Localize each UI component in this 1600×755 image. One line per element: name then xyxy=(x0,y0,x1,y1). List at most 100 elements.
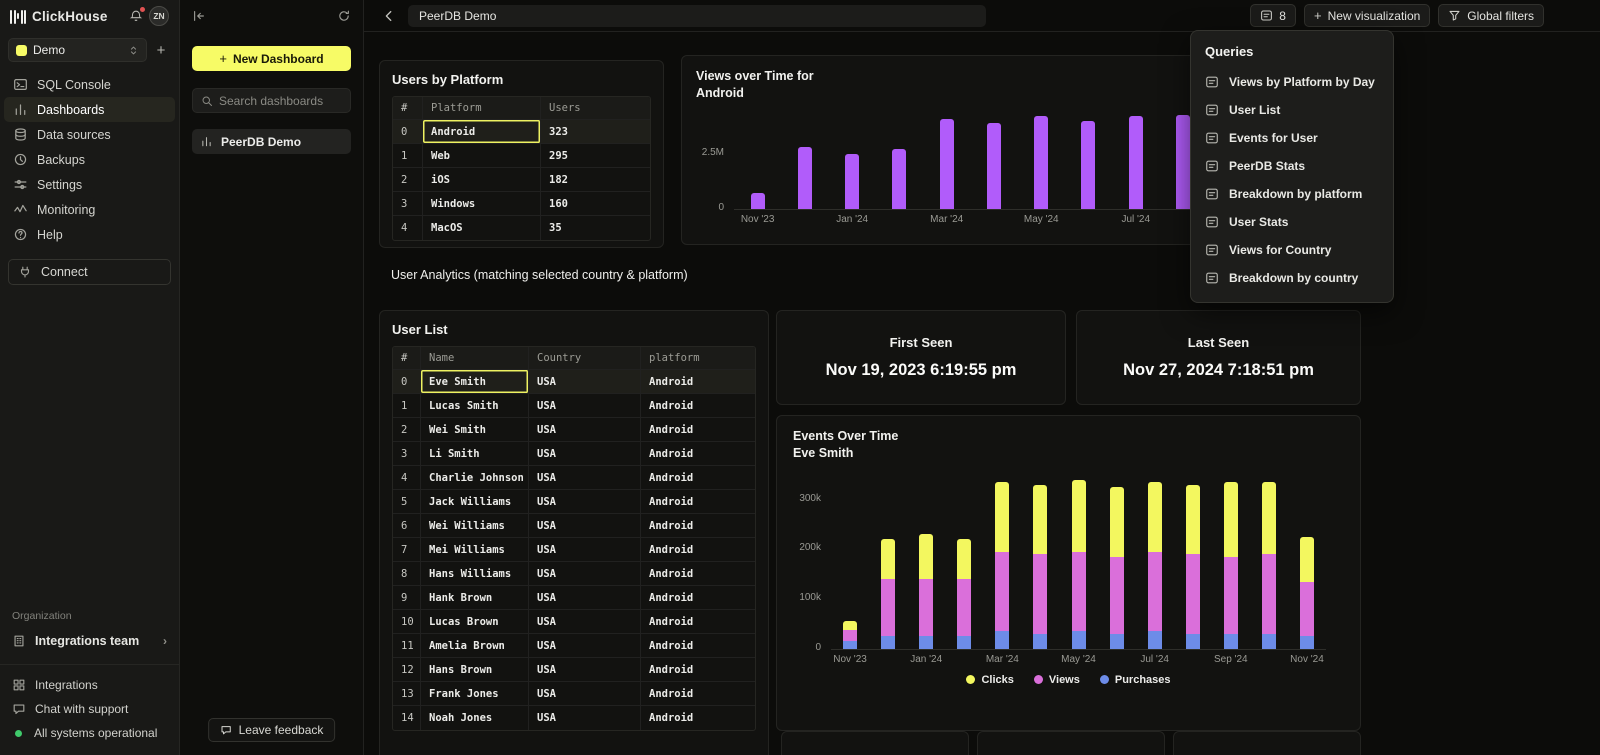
table-row[interactable]: 1Web295 xyxy=(393,144,650,168)
table-cell: Android xyxy=(641,610,755,633)
table-row[interactable]: 4Charlie JohnsonUSAAndroid xyxy=(393,466,755,490)
table-row[interactable]: 14Noah JonesUSAAndroid xyxy=(393,706,755,730)
table-cell: 5 xyxy=(393,490,421,513)
table-cell: USA xyxy=(529,682,641,705)
chart-bar xyxy=(845,154,859,209)
table-cell: USA xyxy=(529,634,641,657)
table-row[interactable]: 9Hank BrownUSAAndroid xyxy=(393,586,755,610)
table-row[interactable]: 5Jack WilliamsUSAAndroid xyxy=(393,490,755,514)
refresh-icon[interactable] xyxy=(337,9,351,23)
collapse-panel-icon[interactable] xyxy=(192,9,206,23)
table-row[interactable]: 8Hans WilliamsUSAAndroid xyxy=(393,562,755,586)
table-cell: Android xyxy=(641,394,755,417)
legend-item-clicks[interactable]: Clicks xyxy=(966,674,1013,686)
workspace-selector[interactable]: Demo xyxy=(8,38,147,62)
queries-count-button[interactable]: 8 xyxy=(1250,4,1296,27)
bar-segment-clicks xyxy=(1148,482,1162,552)
back-button[interactable] xyxy=(382,9,396,23)
events-chart-card: Events Over Time Eve Smith 0100k200k300k… xyxy=(776,415,1361,731)
x-tick-label: Jan '24 xyxy=(829,210,876,225)
query-item-user-stats[interactable]: User Stats xyxy=(1191,208,1393,236)
table-cell: iOS xyxy=(423,168,541,191)
stat-title: First Seen xyxy=(890,335,953,350)
x-tick-label: Mar '24 xyxy=(923,210,970,225)
sidebar-item-settings[interactable]: Settings xyxy=(4,172,175,197)
last-seen-card: Last Seen Nov 27, 2024 7:18:51 pm xyxy=(1076,310,1361,405)
query-item-views-for-country[interactable]: Views for Country xyxy=(1191,236,1393,264)
bar-segment-purchases xyxy=(881,636,895,648)
bar-segment-purchases xyxy=(1300,636,1314,648)
table-row[interactable]: 2iOS182 xyxy=(393,168,650,192)
global-filters-button[interactable]: Global filters xyxy=(1438,4,1544,27)
table-row[interactable]: 11Amelia BrownUSAAndroid xyxy=(393,634,755,658)
query-item-peerdb-stats[interactable]: PeerDB Stats xyxy=(1191,152,1393,180)
new-dashboard-button[interactable]: + New Dashboard xyxy=(192,46,351,71)
bar-segment-clicks xyxy=(881,539,895,579)
query-item-user-list[interactable]: User List xyxy=(1191,96,1393,124)
sidebar-item-dashboards[interactable]: Dashboards xyxy=(4,97,175,122)
sidebar-item-data-sources[interactable]: Data sources xyxy=(4,122,175,147)
bar-slot xyxy=(876,110,923,209)
table-cell: USA xyxy=(529,586,641,609)
query-icon xyxy=(1205,75,1219,89)
query-icon xyxy=(1205,103,1219,117)
query-item-views-by-platform-by-day[interactable]: Views by Platform by Day xyxy=(1191,68,1393,96)
x-tick-label: Nov '23 xyxy=(734,210,781,225)
sidebar-item-label: Help xyxy=(37,228,63,242)
sidebar-footer-chat-with-support[interactable]: Chat with support xyxy=(0,697,179,721)
query-item-breakdown-by-platform[interactable]: Breakdown by platform xyxy=(1191,180,1393,208)
bar-segment-clicks xyxy=(957,539,971,579)
table-row[interactable]: 6Wei WilliamsUSAAndroid xyxy=(393,514,755,538)
x-tick-label xyxy=(945,650,983,665)
legend-dot-icon xyxy=(1100,675,1109,684)
sidebar-item-backups[interactable]: Backups xyxy=(4,147,175,172)
chart-bar xyxy=(1300,537,1314,649)
query-item-breakdown-by-country[interactable]: Breakdown by country xyxy=(1191,264,1393,292)
dashboard-title-input[interactable] xyxy=(408,5,986,27)
connect-button[interactable]: Connect xyxy=(8,259,171,285)
table-row[interactable]: 0Android323 xyxy=(393,120,650,144)
notifications-bell-icon[interactable] xyxy=(129,9,143,23)
table-row[interactable]: 12Hans BrownUSAAndroid xyxy=(393,658,755,682)
chart-bar xyxy=(798,147,812,209)
table-row[interactable]: 2Wei SmithUSAAndroid xyxy=(393,418,755,442)
cutoff-card xyxy=(1173,731,1361,755)
table-header-cell: platform xyxy=(641,347,755,369)
new-visualization-button[interactable]: + New visualization xyxy=(1304,4,1430,27)
table-row[interactable]: 7Mei WilliamsUSAAndroid xyxy=(393,538,755,562)
search-input[interactable] xyxy=(219,94,342,108)
table-row[interactable]: 3Li SmithUSAAndroid xyxy=(393,442,755,466)
topbar-actions: 8 + New visualization Global filters xyxy=(1250,4,1584,27)
user-avatar[interactable]: ZN xyxy=(149,6,169,26)
sidebar-footer-integrations[interactable]: Integrations xyxy=(0,673,179,697)
leave-feedback-button[interactable]: Leave feedback xyxy=(208,718,336,742)
sidebar-footer-all-systems-operational[interactable]: All systems operational xyxy=(0,721,179,745)
table-header-cell: Name xyxy=(421,347,529,369)
add-workspace-button[interactable]: + xyxy=(151,40,171,60)
footer-item-label: Integrations xyxy=(35,678,98,692)
table-row[interactable]: 0Eve SmithUSAAndroid xyxy=(393,370,755,394)
table-row[interactable]: 4MacOS35 xyxy=(393,216,650,240)
sidebar-item-sql-console[interactable]: SQL Console xyxy=(4,72,175,97)
table-row[interactable]: 10Lucas BrownUSAAndroid xyxy=(393,610,755,634)
bar-segment-clicks xyxy=(1262,482,1276,554)
y-tick-label: 0 xyxy=(815,642,821,653)
query-item-label: User Stats xyxy=(1229,215,1288,229)
table-cell: Lucas Brown xyxy=(421,610,529,633)
table-row[interactable]: 1Lucas SmithUSAAndroid xyxy=(393,394,755,418)
table-cell: Android xyxy=(641,514,755,537)
table-row[interactable]: 13Frank JonesUSAAndroid xyxy=(393,682,755,706)
bar-segment-views xyxy=(1262,554,1276,634)
table-row[interactable]: 3Windows160 xyxy=(393,192,650,216)
table-cell: 6 xyxy=(393,514,421,537)
legend-item-views[interactable]: Views xyxy=(1034,674,1080,686)
organization-team[interactable]: Integrations team › xyxy=(0,628,179,654)
table-header-row: #PlatformUsers xyxy=(393,97,650,120)
dashboard-item-peerdb-demo[interactable]: PeerDB Demo xyxy=(192,129,351,154)
sidebar-item-help[interactable]: Help xyxy=(4,222,175,247)
sidebar-item-label: Dashboards xyxy=(37,103,104,117)
legend-item-purchases[interactable]: Purchases xyxy=(1100,674,1171,686)
sidebar-item-monitoring[interactable]: Monitoring xyxy=(4,197,175,222)
query-item-events-for-user[interactable]: Events for User xyxy=(1191,124,1393,152)
plus-icon: + xyxy=(1314,8,1322,23)
